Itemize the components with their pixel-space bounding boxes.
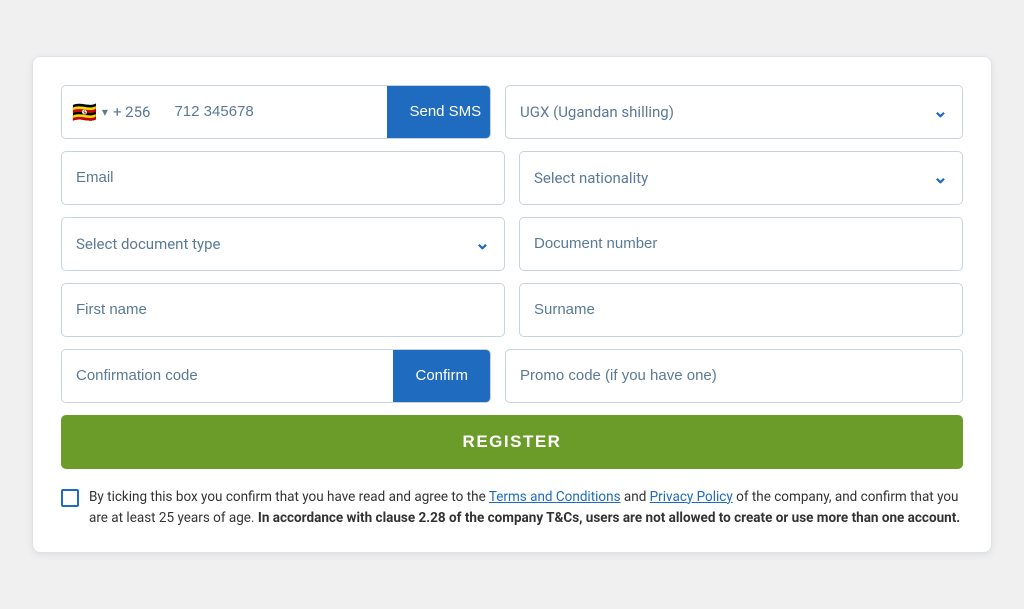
confirm-button[interactable]: Confirm — [393, 350, 490, 402]
currency-label: UGX (Ugandan shilling) — [520, 103, 674, 121]
row-phone-currency: 🇺🇬 ▾ + 256 Send SMS UGX (Ugandan shillin… — [61, 85, 963, 139]
send-sms-button[interactable]: Send SMS — [387, 86, 491, 138]
flag-icon: 🇺🇬 — [72, 100, 97, 124]
nationality-chevron-icon: ⌄ — [933, 167, 948, 188]
confirmation-code-input[interactable] — [62, 350, 393, 402]
first-name-field-container — [61, 283, 505, 337]
row-document: Select document type ⌄ — [61, 217, 963, 271]
confirmation-code-container: Confirm — [61, 349, 491, 403]
email-input[interactable] — [76, 169, 490, 186]
currency-selector[interactable]: UGX (Ugandan shilling) ⌄ — [505, 85, 963, 139]
terms-text-and: and — [621, 489, 650, 505]
row-email-nationality: Select nationality ⌄ — [61, 151, 963, 205]
terms-link[interactable]: Terms and Conditions — [489, 489, 621, 505]
document-type-label: Select document type — [76, 235, 220, 253]
registration-form: 🇺🇬 ▾ + 256 Send SMS UGX (Ugandan shillin… — [32, 56, 992, 554]
promo-code-field-container — [505, 349, 963, 403]
nationality-label: Select nationality — [534, 169, 648, 187]
document-number-field-container — [519, 217, 963, 271]
currency-chevron-icon: ⌄ — [933, 101, 948, 122]
country-chevron-icon: ▾ — [102, 105, 108, 119]
row-name — [61, 283, 963, 337]
phone-field-container: 🇺🇬 ▾ + 256 Send SMS — [61, 85, 491, 139]
surname-input[interactable] — [534, 301, 948, 318]
phone-input-group: 🇺🇬 ▾ + 256 — [62, 86, 387, 138]
register-button[interactable]: REGISTER — [61, 415, 963, 469]
promo-code-input[interactable] — [520, 367, 948, 384]
terms-text: By ticking this box you confirm that you… — [89, 487, 963, 529]
email-field-container — [61, 151, 505, 205]
terms-text-before: By ticking this box you confirm that you… — [89, 489, 489, 505]
terms-section: By ticking this box you confirm that you… — [61, 487, 963, 529]
document-type-selector[interactable]: Select document type ⌄ — [61, 217, 505, 271]
first-name-input[interactable] — [76, 301, 490, 318]
terms-bold-text: In accordance with clause 2.28 of the co… — [255, 510, 961, 526]
document-number-input[interactable] — [534, 235, 948, 252]
nationality-selector[interactable]: Select nationality ⌄ — [519, 151, 963, 205]
country-code-label: + 256 — [113, 103, 151, 121]
privacy-link[interactable]: Privacy Policy — [650, 489, 733, 505]
phone-number-input[interactable] — [160, 103, 387, 120]
document-type-chevron-icon: ⌄ — [475, 233, 490, 254]
surname-field-container — [519, 283, 963, 337]
country-selector[interactable]: 🇺🇬 ▾ + 256 — [62, 100, 160, 124]
row-confirmation-promo: Confirm — [61, 349, 963, 403]
terms-checkbox[interactable] — [61, 489, 79, 507]
